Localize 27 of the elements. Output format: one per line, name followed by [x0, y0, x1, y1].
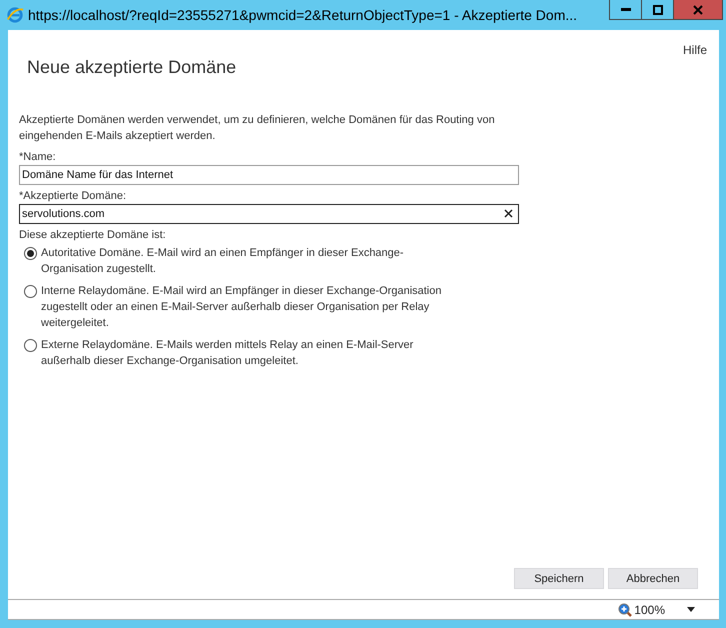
- option-label[interactable]: Autoritative Domäne. E-Mail wird an einen Empfänger in dieser Exchange-Organisation zugestellt.: [41, 245, 464, 277]
- minimize-icon: [620, 8, 630, 12]
- radio-button[interactable]: [24, 285, 37, 298]
- close-icon: [693, 4, 703, 14]
- field-label: *Akzeptierte Domäne:: [19, 190, 127, 202]
- dialog-heading: Neue akzeptierte Domäne: [27, 57, 238, 78]
- dialog-button[interactable]: Abbrechen: [608, 568, 698, 589]
- option-label[interactable]: Externe Relaydomäne. E-Mails werden mittels Relay an einen E-Mail-Server außerhalb dieser Exchange-Organisation umgeleitet.: [41, 337, 464, 369]
- dialog-button[interactable]: Speichern: [514, 568, 604, 589]
- window-title: https://localhost/?reqId=23555271&pwmcid=2&ReturnObjectType=1 - Akzeptierte Dom...: [28, 7, 578, 23]
- close-button[interactable]: [673, 0, 723, 20]
- help-link[interactable]: Hilfe: [682, 43, 707, 57]
- description-text: Akzeptierte Domänen werden verwendet, um zu definieren, welche Domänen für das Routing von eingehenden E-Mails akzeptiert werden.: [19, 113, 496, 144]
- maximize-icon: [652, 4, 662, 14]
- group-label: Diese akzeptierte Domäne ist:: [19, 229, 167, 241]
- radio-button[interactable]: [24, 247, 37, 260]
- zoom-level[interactable]: 100%: [634, 602, 665, 616]
- minimize-button[interactable]: [609, 0, 642, 20]
- zoom-icon: [618, 602, 632, 616]
- caret-icon[interactable]: [687, 607, 695, 612]
- browser-logo-icon: [6, 6, 24, 24]
- field-label: *Name:: [19, 151, 57, 163]
- input-field[interactable]: servolutions.com: [19, 204, 519, 224]
- option-label[interactable]: Interne Relaydomäne. E-Mail wird an Empfänger in dieser Exchange-Organisation zugestellt oder an einen E-Mail-Server außerhalb dieser Organisation per Relay weitergeleitet.: [41, 283, 464, 331]
- radio-button[interactable]: [24, 339, 37, 352]
- clear-icon[interactable]: [504, 209, 513, 218]
- input-field[interactable]: Domäne Name für das Internet: [19, 165, 519, 185]
